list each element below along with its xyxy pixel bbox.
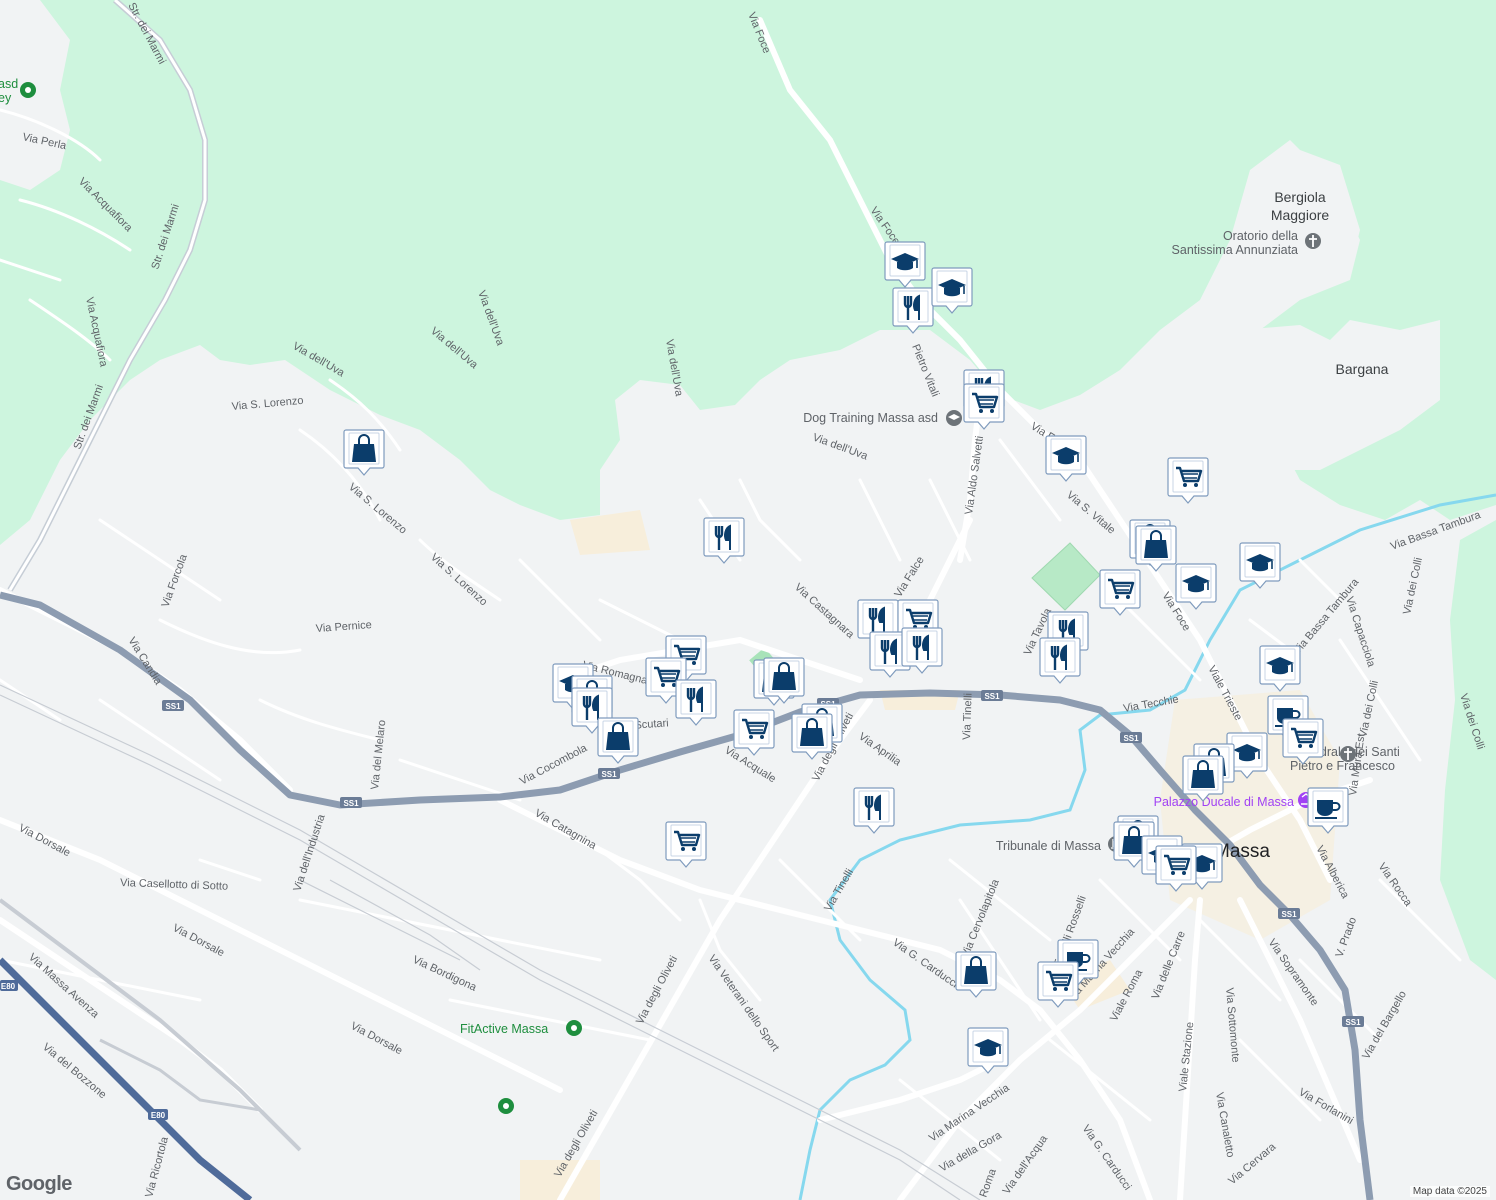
bag-marker[interactable] — [597, 717, 639, 764]
fork-marker[interactable] — [901, 627, 943, 674]
church-icon[interactable] — [1305, 233, 1321, 249]
cart-marker[interactable] — [733, 709, 775, 756]
cart-marker[interactable] — [963, 383, 1005, 430]
ss1-shield: SS1 — [340, 797, 362, 808]
cap-marker[interactable] — [967, 1027, 1009, 1074]
fork-marker[interactable] — [892, 287, 934, 334]
park-icon[interactable] — [498, 1098, 514, 1114]
poi-label-tribunale[interactable]: Tribunale di Massa — [996, 839, 1101, 853]
sports-icon[interactable] — [20, 82, 36, 98]
cup-marker[interactable] — [1307, 787, 1349, 834]
marker-pin — [703, 517, 745, 564]
fork-marker[interactable] — [853, 787, 895, 834]
ss1-shield: SS1 — [162, 700, 184, 711]
place-label-bergiola: Bergiola — [1274, 189, 1326, 205]
svg-text:E80: E80 — [151, 1111, 166, 1120]
poi-label-palazzo[interactable]: Palazzo Ducale di Massa — [1154, 795, 1294, 809]
e80-shield: E80 — [0, 980, 18, 991]
gym-icon[interactable] — [566, 1020, 582, 1036]
cart-marker[interactable] — [1155, 845, 1197, 892]
church-icon[interactable] — [1340, 746, 1356, 762]
cap-marker[interactable] — [1045, 435, 1087, 482]
place-label-bargana: Bargana — [1336, 361, 1389, 377]
map-attribution[interactable]: Map data ©2025 — [1409, 1186, 1490, 1197]
cart-marker[interactable] — [1167, 457, 1209, 504]
svg-text:SS1: SS1 — [1345, 1018, 1361, 1027]
cart-marker[interactable] — [1282, 718, 1324, 765]
fork-marker[interactable] — [675, 679, 717, 726]
cap-marker[interactable] — [884, 241, 926, 288]
poi-label-oratorio[interactable]: Santissima Annunziata — [1172, 243, 1299, 257]
bag-marker[interactable] — [343, 429, 385, 476]
bag-marker[interactable] — [1135, 525, 1177, 572]
place-label-maggiore: Maggiore — [1271, 207, 1330, 223]
ss1-shield: SS1 — [1120, 732, 1142, 743]
ss1-shield: SS1 — [1278, 908, 1300, 919]
poi-label-dog-training[interactable]: Dog Training Massa asd — [803, 411, 938, 425]
google-logo: Google — [6, 1173, 72, 1195]
svg-text:SS1: SS1 — [1281, 910, 1297, 919]
bag-marker[interactable] — [955, 951, 997, 998]
cart-marker[interactable] — [665, 821, 707, 868]
street-label: Via Tinelli — [961, 693, 975, 740]
bag-marker[interactable] — [791, 713, 833, 760]
cap-marker[interactable] — [931, 267, 973, 314]
svg-text:SS1: SS1 — [1123, 734, 1139, 743]
svg-text:SS1: SS1 — [984, 692, 1000, 701]
bag-marker[interactable] — [1182, 755, 1224, 802]
marker-pin — [1039, 637, 1081, 684]
ss1-shield: SS1 — [981, 690, 1003, 701]
ss1-shield: SS1 — [1342, 1016, 1364, 1027]
e80-shield: E80 — [148, 1109, 168, 1120]
svg-text:SS1: SS1 — [165, 702, 181, 711]
fork-marker[interactable] — [703, 517, 745, 564]
poi-label-oratorio[interactable]: Oratorio della — [1223, 229, 1298, 243]
cart-marker[interactable] — [1099, 569, 1141, 616]
svg-text:SS1: SS1 — [343, 799, 359, 808]
cap-marker[interactable] — [1239, 542, 1281, 589]
poi-label-fitactive[interactable]: FitActive Massa — [460, 1022, 548, 1036]
map-canvas[interactable]: SS1 SS1 SS1 SS1 SS1 SS1 SS1 SS1 E80 E80 … — [0, 0, 1496, 1200]
marker-pin — [675, 679, 717, 726]
cap-marker[interactable] — [1259, 645, 1301, 692]
cart-marker[interactable] — [1037, 961, 1079, 1008]
poi-label-asd[interactable]: asd — [0, 77, 18, 91]
cap-marker[interactable] — [1175, 563, 1217, 610]
ss1-shield: SS1 — [598, 768, 620, 779]
poi-label-asd[interactable]: ey — [0, 91, 12, 105]
marker-pin — [901, 627, 943, 674]
fork-marker[interactable] — [1039, 637, 1081, 684]
marker-pin — [853, 787, 895, 834]
svg-text:SS1: SS1 — [601, 770, 617, 779]
school-icon[interactable] — [946, 410, 962, 426]
marker-pin — [892, 287, 934, 334]
svg-text:E80: E80 — [1, 982, 16, 991]
bag-marker[interactable] — [763, 657, 805, 704]
